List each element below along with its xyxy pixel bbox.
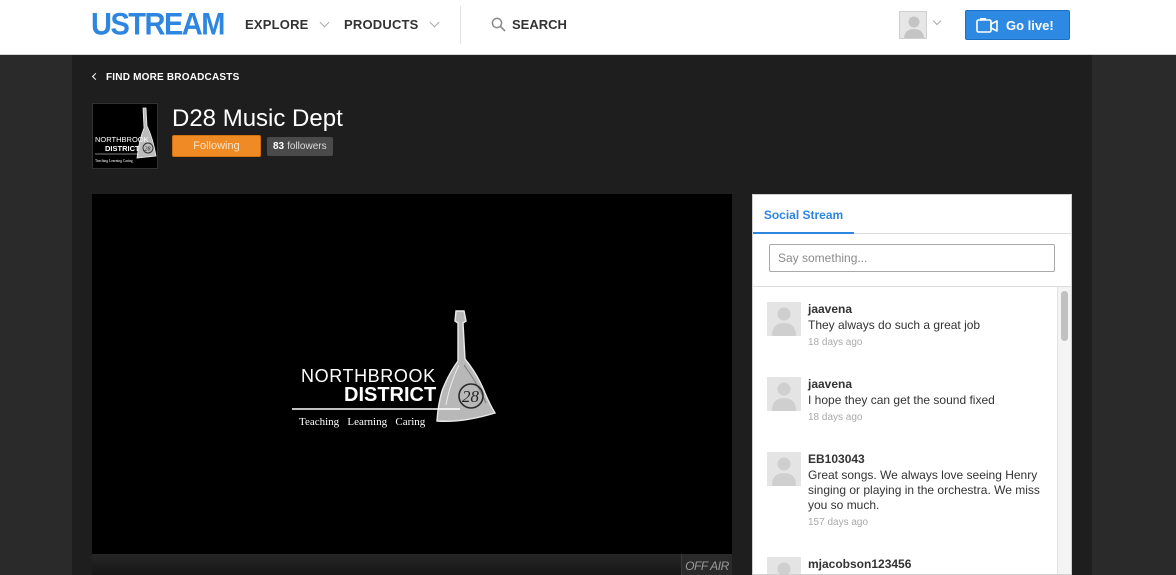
nav-explore-label: EXPLORE — [245, 17, 309, 32]
scrollbar-thumb[interactable] — [1061, 291, 1068, 341]
chevron-down-icon — [319, 17, 329, 28]
followers-count: 83 followers — [267, 137, 333, 156]
social-stream-panel: Social Stream jaavena They always do suc… — [752, 194, 1072, 575]
user-avatar[interactable] — [899, 11, 927, 39]
chevron-down-icon[interactable] — [932, 16, 942, 26]
social-tabs: Social Stream — [753, 195, 1071, 234]
ustream-logo[interactable]: USTREAM — [91, 8, 225, 44]
tab-social-stream[interactable]: Social Stream — [753, 195, 854, 234]
channel-title: D28 Music Dept — [172, 105, 343, 132]
go-live-label: Go live! — [1006, 18, 1054, 33]
avatar[interactable] — [767, 452, 801, 486]
post-username[interactable]: jaavena — [808, 377, 852, 391]
find-more-broadcasts-label: FIND MORE BROADCASTS — [106, 72, 240, 83]
user-silhouette-icon — [772, 307, 796, 336]
post-username[interactable]: mjacobson123456 — [808, 557, 911, 571]
district-logo: 28 NORTHBROOK DISTRICT Teaching Learning… — [292, 310, 497, 428]
player-controls-bar[interactable]: OFF AIR — [92, 554, 732, 575]
thumbnail-logo-text: NORTHBROOK — [95, 135, 149, 144]
post-username[interactable]: EB103043 — [808, 452, 865, 466]
channel-page: FIND MORE BROADCASTS 28 NORTHBROOK DISTR… — [72, 55, 1092, 575]
post-message: They always do such a great job — [808, 318, 981, 332]
chevron-down-icon — [429, 17, 440, 28]
social-feed: jaavena They always do such a great job … — [753, 287, 1071, 574]
followers-number: 83 — [273, 141, 285, 152]
nav-explore[interactable]: EXPLORE — [245, 17, 329, 32]
say-something-input[interactable] — [769, 244, 1055, 272]
avatar[interactable] — [767, 557, 801, 574]
nav-products-label: PRODUCTS — [344, 17, 419, 32]
nav-divider — [460, 6, 461, 44]
thumbnail-logo-text: DISTRICT — [105, 144, 140, 153]
off-air-badge: OFF AIR — [681, 554, 732, 575]
user-silhouette-icon — [904, 16, 924, 38]
user-silhouette-icon — [777, 562, 791, 574]
nav-products[interactable]: PRODUCTS — [344, 17, 440, 32]
chevron-left-icon — [91, 72, 100, 81]
top-navigation-bar: USTREAM EXPLORE PRODUCTS SEARCH Go live! — [0, 0, 1176, 55]
district-logo-thumbnail: 28 NORTHBROOK DISTRICT Teaching Learning… — [95, 107, 157, 163]
feed-scrollbar[interactable] — [1057, 287, 1071, 574]
avatar[interactable] — [767, 377, 801, 411]
video-camera-icon — [976, 18, 998, 33]
search-icon — [491, 17, 506, 32]
followers-label: followers — [287, 141, 327, 152]
post-timestamp: 18 days ago — [808, 412, 863, 423]
svg-text:28: 28 — [462, 387, 480, 406]
go-live-button[interactable]: Go live! — [965, 10, 1070, 40]
district-logo-line2: DISTRICT — [344, 384, 436, 406]
thumbnail-logo-tagline: Teaching Learning Caring — [95, 159, 133, 163]
district-logo-line1: NORTHBROOK — [301, 366, 436, 386]
post-message: I hope they can get the sound fixed — [808, 393, 995, 407]
channel-thumbnail[interactable]: 28 NORTHBROOK DISTRICT Teaching Learning… — [92, 103, 158, 169]
compose-area — [753, 234, 1071, 287]
svg-text:28: 28 — [145, 147, 151, 153]
avatar[interactable] — [767, 302, 801, 336]
search-label: SEARCH — [512, 17, 567, 32]
following-button[interactable]: Following — [172, 135, 261, 157]
post-timestamp: 157 days ago — [808, 517, 869, 528]
district-logo-tagline: Teaching Learning Caring — [299, 416, 426, 428]
find-more-broadcasts-link[interactable]: FIND MORE BROADCASTS — [91, 72, 240, 83]
post-timestamp: 18 days ago — [808, 337, 863, 348]
user-silhouette-icon — [772, 457, 796, 486]
post-username[interactable]: jaavena — [808, 302, 852, 316]
video-player[interactable]: 28 NORTHBROOK DISTRICT Teaching Learning… — [92, 194, 732, 554]
user-silhouette-icon — [772, 382, 796, 411]
post-message: Great songs. We always love seeing Henry… — [808, 468, 1040, 512]
